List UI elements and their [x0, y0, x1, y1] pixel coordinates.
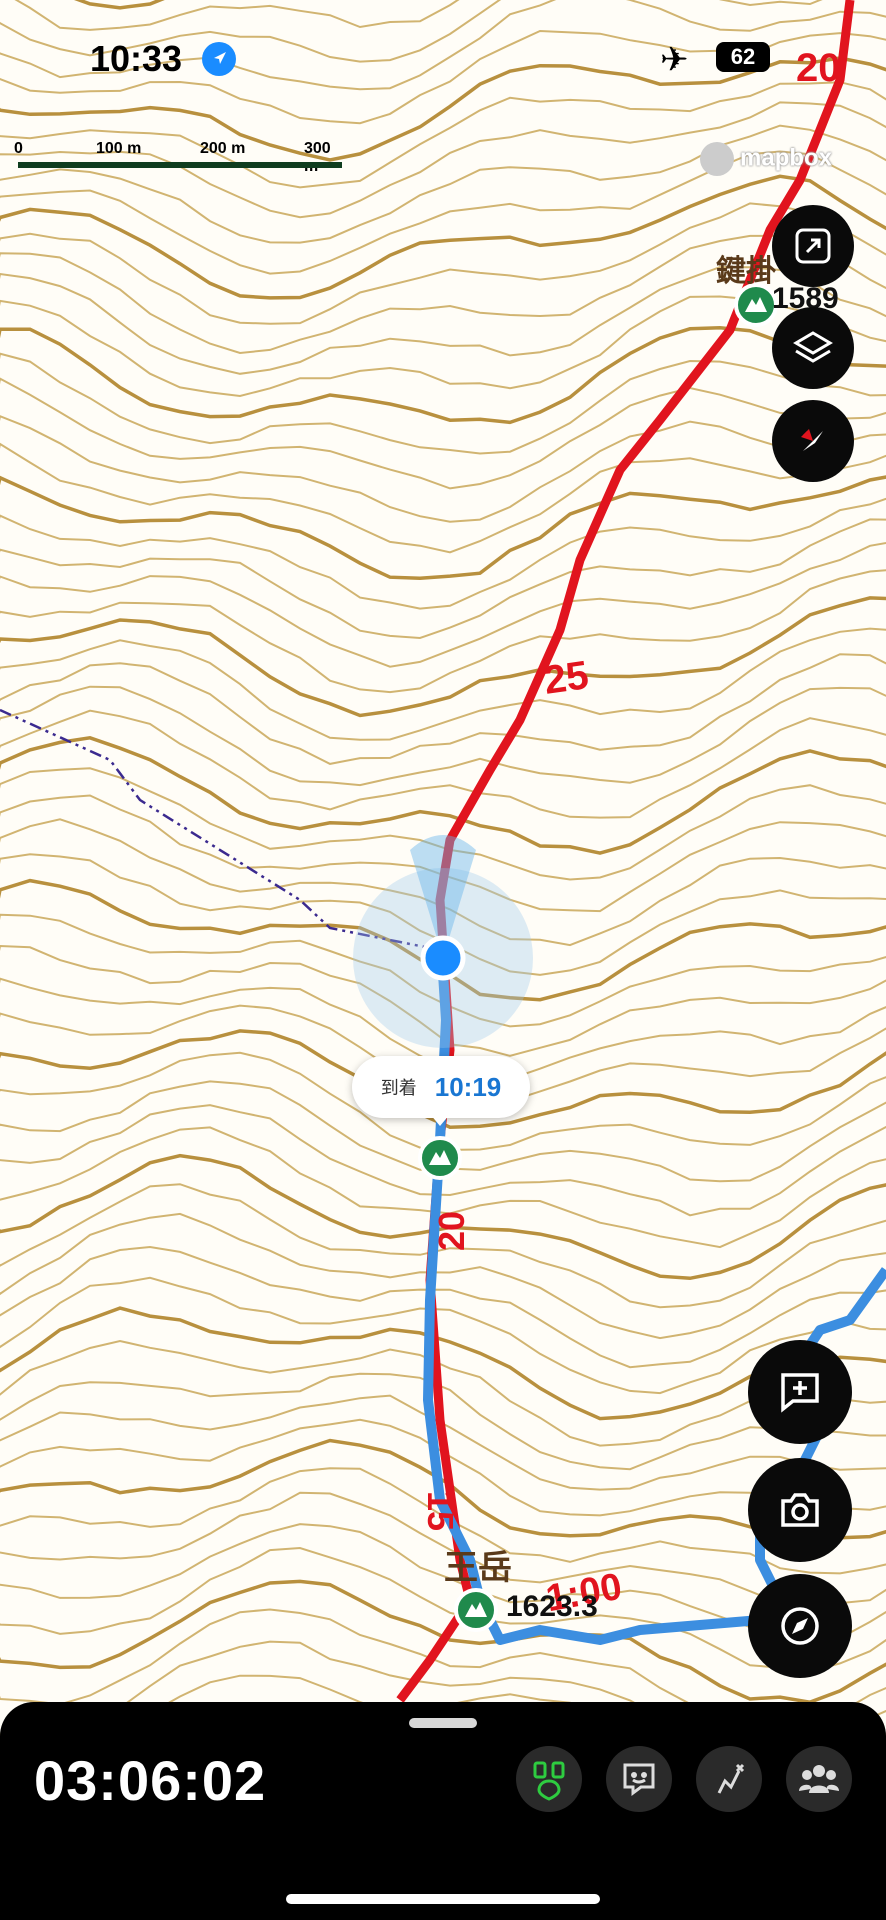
scale-label: 0	[14, 140, 23, 157]
scale-label: 100 m	[96, 140, 142, 157]
bottom-panel: 03:06:02	[0, 1702, 886, 1920]
airplane-icon: ✈	[660, 41, 689, 79]
recenter-icon	[781, 1607, 819, 1645]
elapsed-time: 03:06:02	[34, 1749, 267, 1812]
chat-button[interactable]	[606, 1746, 672, 1812]
tracker-button[interactable]	[516, 1746, 582, 1812]
arrival-time: 10:19	[434, 1071, 502, 1102]
camera-icon	[781, 1493, 819, 1527]
chat-icon	[623, 1763, 655, 1796]
scale-bar: 0 100 m 200 m 300 m	[14, 140, 344, 175]
expand-button[interactable]	[772, 205, 854, 287]
group-button[interactable]	[786, 1746, 852, 1812]
layers-icon	[793, 331, 833, 363]
peak-name: 鍵掛	[716, 255, 776, 288]
status-bar: 10:33 ✈ 62	[0, 38, 886, 88]
home-indicator	[286, 1894, 600, 1904]
status-time: 10:33	[90, 38, 183, 79]
compass-button[interactable]	[772, 400, 854, 482]
peak-elevation: 1623.3	[506, 1590, 598, 1623]
arrival-label: 到着	[380, 1078, 417, 1098]
layers-button[interactable]	[772, 307, 854, 389]
recenter-button[interactable]	[748, 1574, 852, 1678]
add-note-button[interactable]	[748, 1340, 852, 1444]
mapbox-attribution[interactable]: mapbox	[700, 142, 832, 176]
mapbox-logo-icon	[700, 142, 734, 176]
scale-line	[18, 162, 342, 168]
route-marker: 20	[431, 1210, 473, 1252]
add-note-icon	[781, 1373, 819, 1413]
route-marker: 15	[420, 1490, 462, 1532]
drag-handle[interactable]	[409, 1718, 477, 1728]
scale-label: 200 m	[200, 140, 246, 157]
route-edit-button[interactable]	[696, 1746, 762, 1812]
scale-label: 300 m	[304, 140, 331, 175]
group-icon	[799, 1765, 839, 1793]
compass-icon	[801, 429, 823, 451]
arrival-callout[interactable]: 到着 10:19	[352, 1056, 530, 1118]
current-location	[420, 935, 466, 981]
attribution-text: mapbox	[740, 144, 833, 172]
battery-icon: 62	[716, 42, 770, 72]
expand-icon	[795, 228, 831, 264]
route-edit-icon	[717, 1763, 745, 1794]
peak-name: 王岳	[444, 1549, 512, 1587]
callout-pointer	[430, 1114, 450, 1126]
route-marker: 25	[541, 653, 592, 703]
camera-button[interactable]	[748, 1458, 852, 1562]
hiking-tracker-icon	[533, 1761, 565, 1801]
location-arrow-icon	[202, 42, 236, 76]
